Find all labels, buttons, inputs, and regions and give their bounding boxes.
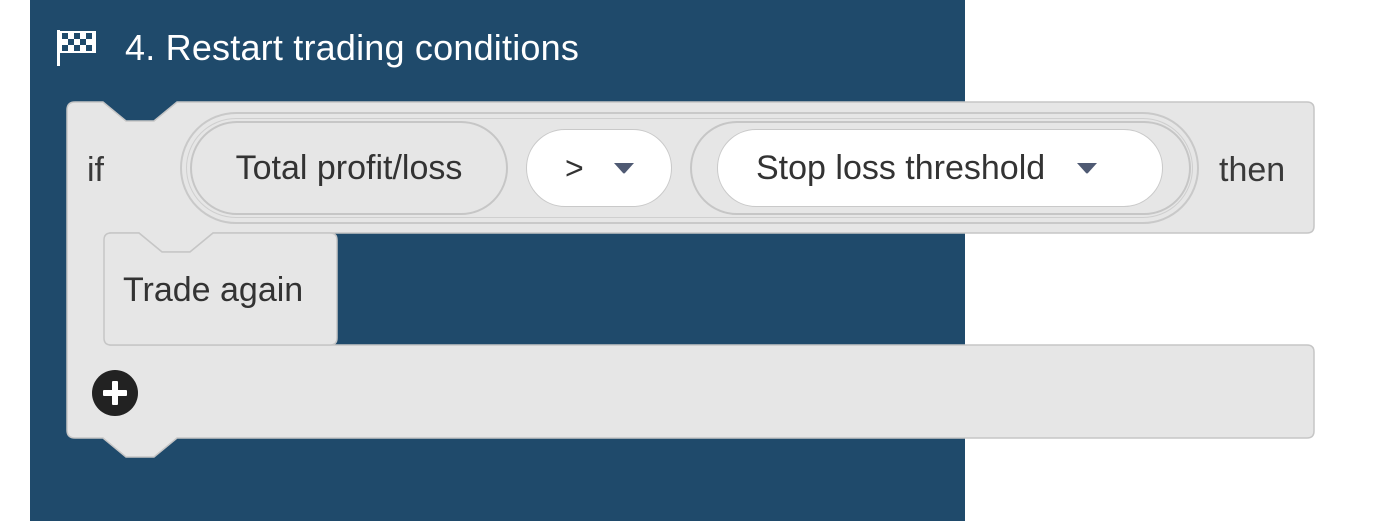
operator-value: > (565, 149, 584, 186)
caret-down-icon (613, 163, 634, 174)
checkered-flag-icon (57, 30, 96, 66)
restart-trading-block[interactable] (30, 0, 965, 521)
then-label: then (1219, 151, 1286, 189)
block-header: 4. Restart trading conditions (55, 22, 579, 74)
plus-circle-icon (92, 370, 138, 416)
stop-loss-dropdown[interactable]: Stop loss threshold (717, 129, 1163, 207)
caret-down-icon (1077, 163, 1098, 174)
if-label: if (87, 151, 104, 189)
total-profit-loss-block[interactable]: Total profit/loss (190, 121, 508, 215)
stop-loss-value: Stop loss threshold (756, 148, 1046, 187)
add-statement-button[interactable] (91, 369, 139, 417)
block-title: 4. Restart trading conditions (125, 27, 580, 68)
trade-again-label: Trade again (123, 271, 304, 309)
operator-dropdown[interactable]: > (526, 129, 672, 207)
